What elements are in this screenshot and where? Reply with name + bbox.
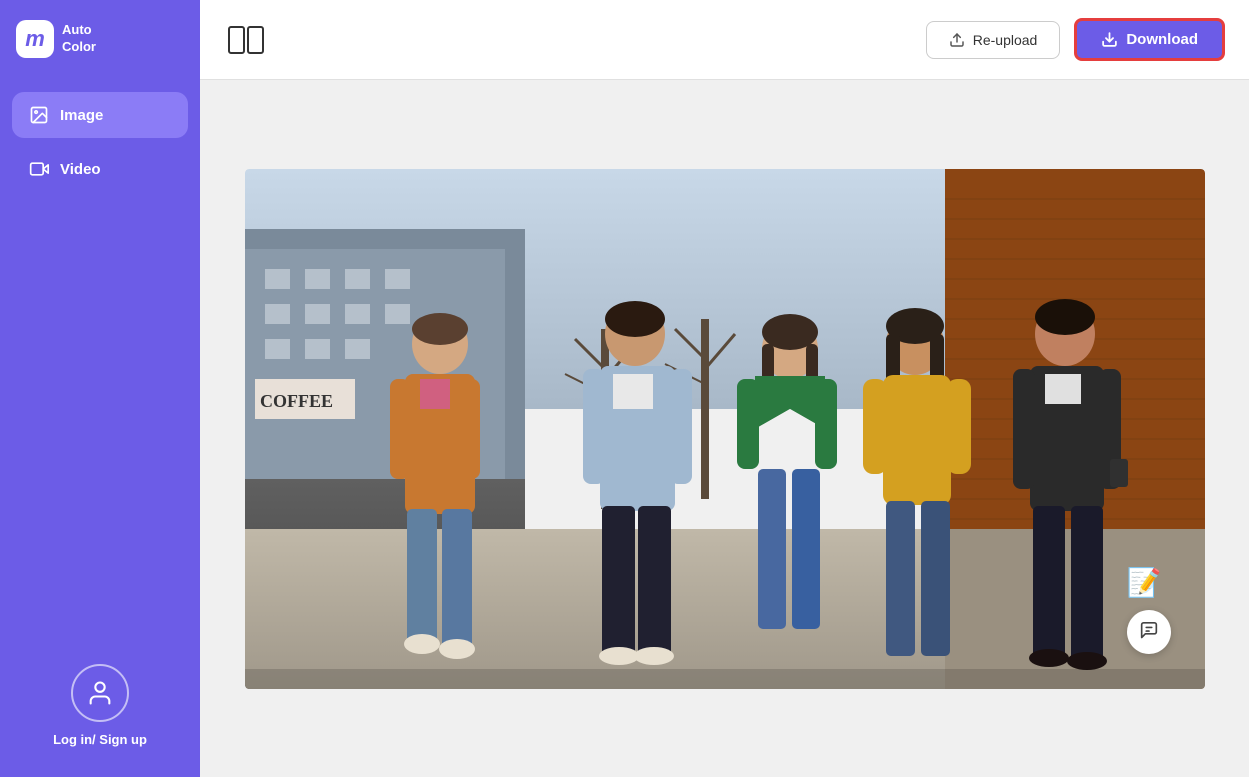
user-login-label[interactable]: Log in/ Sign up [53, 732, 147, 747]
user-avatar[interactable] [71, 664, 129, 722]
floating-notepad-icon: 📝 [1127, 566, 1165, 604]
svg-text:COFFEE: COFFEE [260, 391, 333, 411]
sidebar-image-label: Image [60, 107, 103, 124]
main-area: Re-upload Download [200, 0, 1249, 777]
download-label: Download [1126, 31, 1198, 48]
toolbar-right: Re-upload Download [926, 18, 1225, 61]
download-button[interactable]: Download [1074, 18, 1225, 61]
reupload-icon [949, 32, 965, 48]
sidebar-video-label: Video [60, 161, 101, 178]
reupload-label: Re-upload [973, 32, 1038, 48]
logo-text: Auto Color [62, 22, 96, 56]
reupload-button[interactable]: Re-upload [926, 21, 1061, 59]
main-image: COFFEE [245, 169, 1205, 689]
download-icon [1101, 31, 1118, 48]
sidebar-item-video[interactable]: Video [12, 146, 188, 192]
image-icon [28, 104, 50, 126]
sidebar-item-image[interactable]: Image [12, 92, 188, 138]
video-icon [28, 158, 50, 180]
content-area: COFFEE [200, 80, 1249, 777]
sidebar: m Auto Color Image Video Log in/ [0, 0, 200, 777]
image-container: COFFEE [245, 169, 1205, 689]
logo-icon: m [16, 20, 54, 58]
logo-area: m Auto Color [0, 20, 200, 88]
floating-chat-button[interactable] [1127, 610, 1171, 654]
user-area: Log in/ Sign up [53, 664, 147, 747]
split-view-button[interactable] [224, 18, 268, 62]
toolbar: Re-upload Download [200, 0, 1249, 80]
chat-icon [1138, 621, 1160, 643]
